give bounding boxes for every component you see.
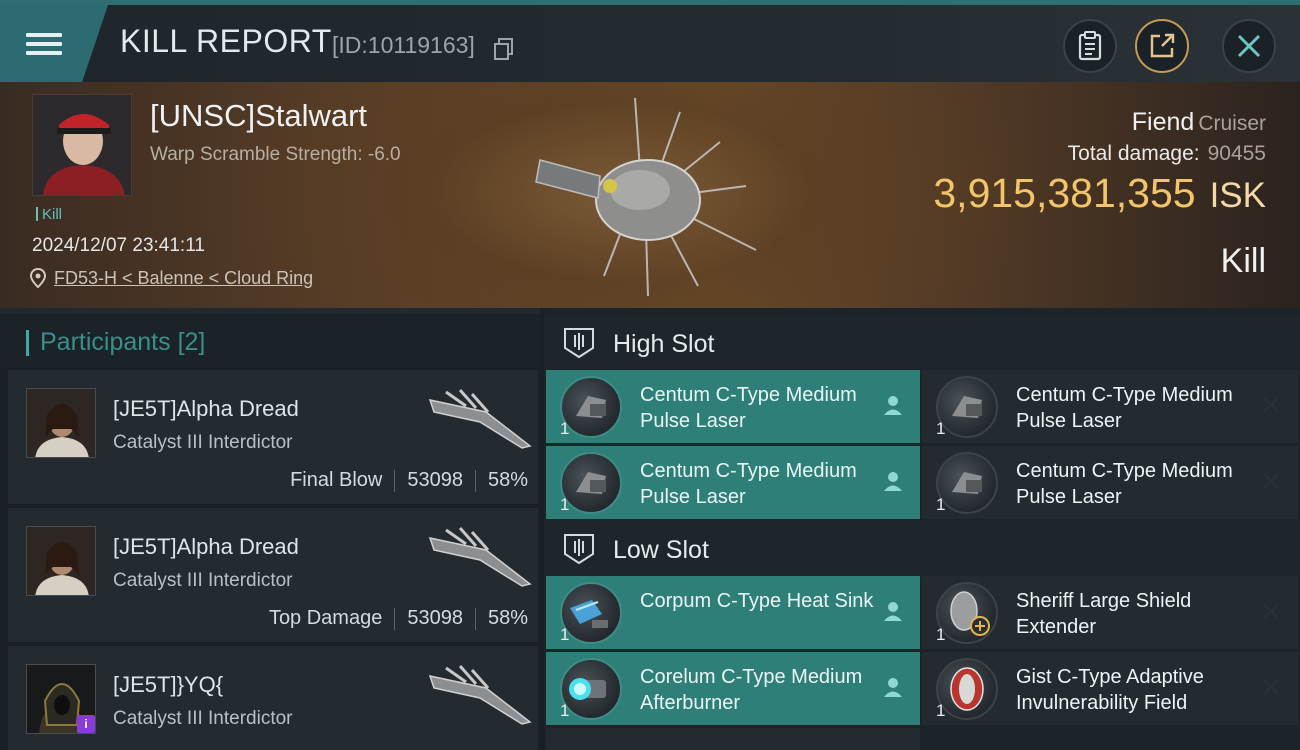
total-damage: Total damage: 90455 [1068, 142, 1266, 166]
isk-amount: 3,915,381,355 [933, 170, 1196, 216]
pilot-icon [884, 678, 902, 697]
module-qty: 1 [936, 701, 946, 720]
participants-tab[interactable]: Participants [2] [0, 308, 540, 368]
isk-value: 3,915,381,355 ISK [933, 170, 1266, 217]
participant-ship-image [428, 527, 532, 587]
location-link[interactable]: FD53-H < Balenne < Cloud Ring [54, 268, 313, 289]
module-name: Corpum C-Type Heat Sink [640, 590, 874, 612]
participants-accent [26, 330, 29, 356]
high-slot-label: High Slot [613, 330, 715, 358]
kill-tag: Kill [36, 206, 62, 223]
participant-role: Final Blow [290, 469, 383, 491]
victim-name[interactable]: [UNSC]Stalwart [150, 98, 367, 134]
module-name: Centum C-Type Medium Pulse Laser [1016, 460, 1233, 508]
module-qty: 1 [936, 625, 946, 644]
close-icon [1237, 34, 1261, 58]
fitting-panel: High Slot 1 Centum C-Type Medium Pulse L… [544, 308, 1300, 750]
participant-ship: Catalyst III Interdictor [113, 570, 293, 591]
module-qty: 1 [560, 495, 570, 514]
module-item[interactable]: 1 Sheriff Large Shield Extender [922, 576, 1298, 649]
module-qty: 1 [560, 701, 570, 720]
pilot-avatar [26, 388, 96, 458]
victim-ship-class: Cruiser [1198, 112, 1266, 135]
participant-role: Top Damage [268, 607, 383, 629]
clipboard-icon [1078, 31, 1102, 61]
participant-card[interactable]: [JE5T]Alpha Dread Catalyst III Interdict… [8, 508, 538, 642]
module-qty: 1 [936, 419, 946, 438]
participant-ship: Catalyst III Interdictor [113, 708, 293, 729]
pilot-icon [884, 472, 902, 491]
participants-count: [2] [177, 328, 206, 356]
copy-icon[interactable] [494, 38, 514, 60]
menu-icon [26, 28, 62, 60]
participants-title: Participants [2] [40, 328, 206, 356]
module-name: Centum C-Type Medium Pulse Laser [640, 384, 857, 432]
module-qty: 1 [560, 625, 570, 644]
share-icon [1150, 33, 1175, 58]
pilot-icon [884, 396, 902, 415]
victim-ship-name: Fiend [1131, 108, 1195, 136]
module-name: Corelum C-Type Medium Afterburner [640, 666, 863, 714]
participant-card[interactable]: [JE5T]Alpha Dread Catalyst III Interdict… [8, 370, 538, 504]
participant-ship: Catalyst III Interdictor [113, 432, 293, 453]
participant-damage: 53098 [407, 469, 463, 491]
header-bar: KILL REPORT [ID:10119163] [0, 5, 1300, 82]
module-name: Centum C-Type Medium Pulse Laser [1016, 384, 1233, 432]
participant-stats: Top Damage 53098 58% [269, 607, 528, 630]
participant-percent: 58% [487, 469, 528, 491]
destroyed-x-icon [1263, 473, 1279, 489]
close-button[interactable] [1222, 19, 1276, 73]
module-name: Gist C-Type Adaptive Invulnerability Fie… [1016, 666, 1204, 714]
participant-name: [JE5T]}YQ{ [113, 672, 224, 697]
module-item-partial[interactable] [546, 728, 920, 750]
module-item[interactable]: 1 Centum C-Type Medium Pulse Laser [546, 370, 920, 443]
module-item[interactable]: 1 Centum C-Type Medium Pulse Laser [922, 370, 1298, 443]
isk-unit: ISK [1209, 176, 1266, 215]
warp-scramble-strength: Warp Scramble Strength: -6.0 [150, 144, 401, 165]
victim-ship-image [535, 97, 757, 297]
clipboard-button[interactable] [1063, 19, 1117, 73]
module-qty: 1 [936, 495, 946, 514]
module-qty: 1 [560, 419, 570, 438]
low-slot-header: Low Slot [544, 520, 1300, 580]
total-damage-value: 90455 [1207, 142, 1266, 165]
total-damage-label: Total damage: [1067, 142, 1200, 165]
participant-damage: 53098 [407, 607, 463, 629]
victim-ship[interactable]: Fiend Cruiser [1132, 108, 1266, 137]
module-item[interactable]: 1 Gist C-Type Adaptive Invulnerability F… [922, 652, 1298, 725]
participant-stats: Final Blow 53098 58% [290, 469, 528, 492]
participant-percent: 58% [487, 607, 528, 629]
participant-card[interactable]: i [JE5T]}YQ{ Catalyst III Interdictor [8, 646, 538, 750]
high-slot-header: High Slot [544, 314, 1300, 374]
pilot-icon [884, 602, 902, 621]
low-slot-label: Low Slot [613, 536, 709, 564]
destroyed-x-icon [1263, 397, 1279, 413]
location-pin-icon [30, 268, 46, 288]
module-item[interactable]: 1 Corpum C-Type Heat Sink [546, 576, 920, 649]
low-slot-icon [564, 534, 594, 565]
report-id: [ID:10119163] [332, 32, 475, 58]
kill-datetime: 2024/12/07 23:41:11 [32, 235, 205, 256]
high-slot-icon [564, 328, 594, 359]
kill-result: Kill [1220, 242, 1266, 280]
share-button[interactable] [1135, 19, 1189, 73]
participant-ship-image [428, 389, 532, 449]
pilot-avatar [26, 526, 96, 596]
module-name: Centum C-Type Medium Pulse Laser [640, 460, 857, 508]
participant-name: [JE5T]Alpha Dread [113, 396, 299, 421]
page-title: KILL REPORT [120, 23, 332, 59]
participant-ship-image [428, 665, 532, 725]
module-item[interactable]: 1 Centum C-Type Medium Pulse Laser [546, 446, 920, 519]
participant-name: [JE5T]Alpha Dread [113, 534, 299, 559]
destroyed-x-icon [1263, 603, 1279, 619]
victim-avatar[interactable] [32, 94, 132, 196]
module-item[interactable]: 1 Centum C-Type Medium Pulse Laser [922, 446, 1298, 519]
menu-button[interactable] [0, 5, 108, 82]
pilot-avatar: i [26, 664, 96, 734]
module-name: Sheriff Large Shield Extender [1016, 590, 1192, 638]
destroyed-x-icon [1263, 679, 1279, 695]
victim-banner: [UNSC]Stalwart Warp Scramble Strength: -… [0, 82, 1300, 308]
module-item[interactable]: 1 Corelum C-Type Medium Afterburner [546, 652, 920, 725]
pilot-info-badge[interactable]: i [77, 715, 95, 733]
